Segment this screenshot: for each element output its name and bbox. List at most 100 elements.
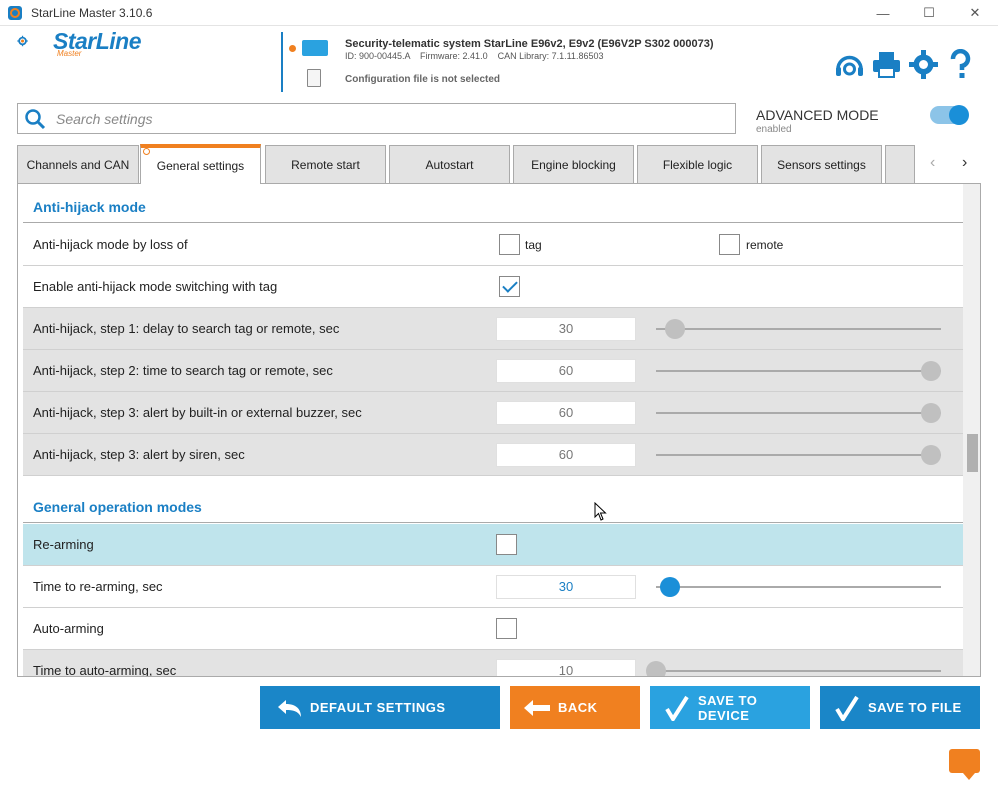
tab-bar: Channels and CAN General settings Remote… bbox=[17, 144, 977, 184]
auto-arming-checkbox[interactable] bbox=[496, 618, 517, 639]
row-label: Anti-hijack, step 3: alert by built-in o… bbox=[33, 405, 362, 420]
search-box[interactable] bbox=[17, 103, 736, 134]
mouse-cursor-icon bbox=[594, 502, 607, 521]
rearm-time-slider[interactable] bbox=[656, 576, 941, 597]
file-icon bbox=[307, 69, 321, 87]
row-label: Enable anti-hijack mode switching with t… bbox=[33, 279, 278, 294]
step3-siren-slider[interactable] bbox=[656, 444, 941, 465]
row-rearm-time: Time to re-arming, sec 30 bbox=[23, 566, 963, 608]
device-status-dot bbox=[289, 45, 296, 52]
support-icon[interactable] bbox=[834, 49, 865, 80]
slider-handle[interactable] bbox=[659, 576, 680, 597]
button-label: SAVE TO DEVICE bbox=[698, 692, 758, 723]
default-settings-button[interactable]: DEFAULT SETTINGS bbox=[260, 686, 500, 729]
slider-handle[interactable] bbox=[646, 660, 666, 676]
row-re-arming: Re-arming bbox=[23, 524, 963, 566]
row-step3-buzzer: Anti-hijack, step 3: alert by built-in o… bbox=[23, 392, 963, 434]
row-switch-with-tag: Enable anti-hijack mode switching with t… bbox=[23, 266, 963, 308]
checkmark-icon bbox=[662, 695, 692, 721]
tab-general-settings[interactable]: General settings bbox=[140, 144, 261, 184]
step1-value-input[interactable]: 30 bbox=[496, 316, 636, 341]
tag-label: tag bbox=[525, 237, 542, 252]
remote-label: remote bbox=[746, 237, 784, 252]
tab-label: General settings bbox=[156, 159, 245, 173]
remote-checkbox[interactable] bbox=[719, 234, 740, 255]
tab-autostart[interactable]: Autostart bbox=[389, 145, 510, 183]
chat-icon[interactable] bbox=[949, 749, 980, 780]
header-divider bbox=[281, 32, 283, 92]
device-info: ID: 900-00445.A Firmware: 2.41.0 CAN Lib… bbox=[345, 51, 604, 61]
row-autoarm-time: Time to auto-arming, sec 10 bbox=[23, 650, 963, 677]
row-label: Anti-hijack, step 1: delay to search tag… bbox=[33, 321, 340, 336]
button-label: DEFAULT SETTINGS bbox=[310, 700, 446, 715]
active-tab-dot bbox=[143, 148, 150, 155]
tab-prev-arrow[interactable]: ‹ bbox=[930, 154, 935, 172]
row-label: Anti-hijack mode by loss of bbox=[33, 237, 188, 252]
button-label: BACK bbox=[558, 700, 598, 715]
autoarm-time-value-input[interactable]: 10 bbox=[496, 658, 636, 676]
section-anti-hijack: Anti-hijack mode bbox=[23, 192, 963, 223]
save-to-file-button[interactable]: SAVE TO FILE bbox=[820, 686, 980, 729]
row-label: Auto-arming bbox=[33, 621, 104, 636]
row-anti-hijack-loss: Anti-hijack mode by loss of tag remote bbox=[23, 224, 963, 266]
panel-scrollbar[interactable] bbox=[963, 184, 980, 676]
undo-icon bbox=[274, 695, 304, 721]
step2-value-input[interactable]: 60 bbox=[496, 358, 636, 383]
step2-slider[interactable] bbox=[656, 360, 941, 381]
advanced-mode-toggle[interactable] bbox=[930, 105, 969, 125]
search-icon bbox=[25, 108, 46, 129]
logo-sub: Master bbox=[57, 49, 82, 58]
checkmark-icon bbox=[832, 695, 862, 721]
scrollbar-thumb[interactable] bbox=[967, 434, 978, 472]
row-step2: Anti-hijack, step 2: time to search tag … bbox=[23, 350, 963, 392]
step3-siren-value-input[interactable]: 60 bbox=[496, 442, 636, 467]
tab-sensors-settings[interactable]: Sensors settings bbox=[761, 145, 882, 183]
maximize-button[interactable]: ☐ bbox=[906, 0, 952, 26]
tab-more[interactable] bbox=[885, 145, 915, 183]
step3-buzzer-slider[interactable] bbox=[656, 402, 941, 423]
step1-slider[interactable] bbox=[656, 318, 941, 339]
row-auto-arming: Auto-arming bbox=[23, 608, 963, 650]
button-label: SAVE TO FILE bbox=[868, 700, 962, 715]
device-title: Security-telematic system StarLine E96v2… bbox=[345, 38, 714, 50]
tab-remote-start[interactable]: Remote start bbox=[265, 145, 386, 183]
bottom-button-bar: DEFAULT SETTINGS BACK SAVE TO DEVICE SAV… bbox=[0, 686, 998, 730]
slider-handle[interactable] bbox=[921, 444, 941, 465]
rearm-time-value-input[interactable]: 30 bbox=[496, 574, 636, 599]
gear-icon[interactable] bbox=[908, 49, 939, 80]
switch-tag-checkbox[interactable] bbox=[499, 276, 520, 297]
back-button[interactable]: BACK bbox=[510, 686, 640, 729]
minimize-button[interactable]: — bbox=[860, 0, 906, 26]
app-icon bbox=[8, 5, 22, 20]
tab-flexible-logic[interactable]: Flexible logic bbox=[637, 145, 758, 183]
section-general-operation: General operation modes bbox=[23, 492, 963, 523]
help-icon[interactable] bbox=[945, 49, 976, 80]
tab-next-arrow[interactable]: › bbox=[962, 154, 967, 172]
tab-engine-blocking[interactable]: Engine blocking bbox=[513, 145, 634, 183]
row-label: Time to re-arming, sec bbox=[33, 579, 163, 594]
save-to-device-button[interactable]: SAVE TO DEVICE bbox=[650, 686, 810, 729]
slider-handle[interactable] bbox=[921, 360, 941, 381]
re-arming-checkbox[interactable] bbox=[496, 534, 517, 555]
print-icon[interactable] bbox=[871, 49, 902, 80]
row-step3-siren: Anti-hijack, step 3: alert by siren, sec… bbox=[23, 434, 963, 476]
window-titlebar: StarLine Master 3.10.6 — ☐ ✕ bbox=[0, 0, 998, 26]
advanced-mode-label: ADVANCED MODE bbox=[756, 107, 879, 123]
settings-panel: Anti-hijack mode Anti-hijack mode by los… bbox=[17, 183, 981, 677]
tag-checkbox[interactable] bbox=[499, 234, 520, 255]
search-input[interactable] bbox=[56, 110, 706, 127]
tab-channels-and-can[interactable]: Channels and CAN bbox=[17, 145, 139, 183]
arrow-left-icon bbox=[522, 695, 552, 721]
slider-handle[interactable] bbox=[665, 318, 686, 339]
config-status: Configuration file is not selected bbox=[345, 74, 501, 85]
row-label: Time to auto-arming, sec bbox=[33, 663, 177, 677]
row-step1: Anti-hijack, step 1: delay to search tag… bbox=[23, 308, 963, 350]
advanced-mode-status: enabled bbox=[756, 124, 792, 135]
close-button[interactable]: ✕ bbox=[952, 0, 998, 26]
starline-logo-icon bbox=[17, 35, 28, 47]
autoarm-time-slider[interactable] bbox=[646, 660, 941, 676]
window-title: StarLine Master 3.10.6 bbox=[31, 5, 153, 20]
row-label: Anti-hijack, step 2: time to search tag … bbox=[33, 363, 333, 378]
slider-handle[interactable] bbox=[921, 402, 941, 423]
step3-buzzer-value-input[interactable]: 60 bbox=[496, 400, 636, 425]
